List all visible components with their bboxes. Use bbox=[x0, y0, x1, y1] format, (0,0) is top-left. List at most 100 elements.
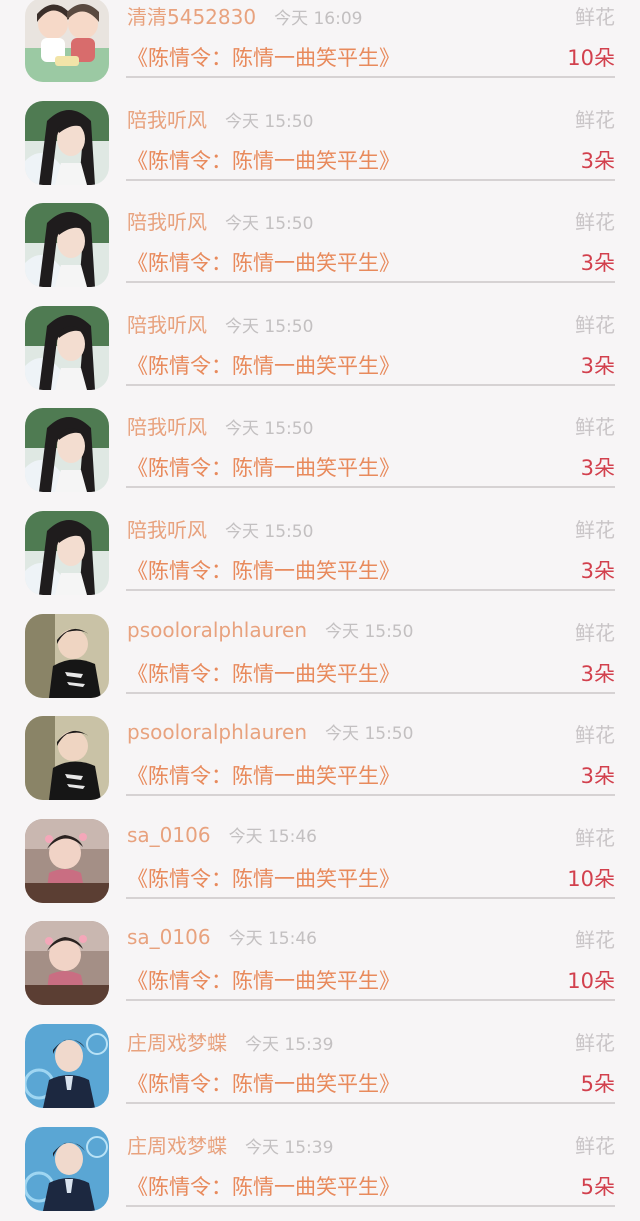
username-text[interactable]: 陪我听风 bbox=[127, 415, 207, 439]
username[interactable]: 陪我听风 今天 15:50 bbox=[127, 206, 313, 235]
gift-record-row[interactable]: 庄周戏梦蝶 今天 15:39 鲜花 《陈情令：陈情一曲笑平生》 5朵 bbox=[0, 1119, 640, 1221]
gift-quantity: 10朵 bbox=[567, 46, 615, 70]
gift-record-row[interactable]: sa_0106 今天 15:46 鲜花 《陈情令：陈情一曲笑平生》 10朵 bbox=[0, 811, 640, 914]
avatar-longhair-man-icon bbox=[25, 203, 109, 288]
avatar[interactable] bbox=[25, 613, 109, 698]
username-text[interactable]: 清清5452830 bbox=[127, 5, 256, 29]
username-text[interactable]: 陪我听风 bbox=[127, 313, 207, 337]
gift-type: 鲜花 bbox=[575, 415, 615, 440]
gift-quantity: 3朵 bbox=[580, 353, 615, 378]
avatar[interactable] bbox=[25, 510, 109, 595]
gift-record-row[interactable]: psooloralphlauren 今天 15:50 鲜花 《陈情令：陈情一曲笑平… bbox=[0, 708, 640, 811]
avatar-longhair-man-icon bbox=[25, 100, 109, 185]
gift-type: 鲜花 bbox=[575, 5, 615, 29]
gift-record-row[interactable]: 陪我听风 今天 15:50 鲜花 《陈情令：陈情一曲笑平生》 3朵 bbox=[0, 298, 640, 401]
timestamp: 今天 15:50 bbox=[225, 111, 314, 132]
username-text[interactable]: 陪我听风 bbox=[127, 210, 207, 234]
book-title[interactable]: 《陈情令：陈情一曲笑平生》 bbox=[127, 965, 400, 995]
gift-quantity: 10朵 bbox=[567, 866, 615, 891]
gift-quantity: 3朵 bbox=[580, 764, 615, 789]
username-text[interactable]: psooloralphlauren bbox=[127, 720, 307, 744]
gift-type: 鲜花 bbox=[575, 723, 615, 748]
avatar[interactable] bbox=[25, 818, 109, 903]
username[interactable]: psooloralphlauren 今天 15:50 bbox=[127, 617, 413, 642]
gift-record-row[interactable]: sa_0106 今天 15:46 鲜花 《陈情令：陈情一曲笑平生》 10朵 bbox=[0, 913, 640, 1016]
avatar[interactable] bbox=[25, 1126, 109, 1211]
timestamp: 今天 15:50 bbox=[225, 214, 314, 235]
book-title[interactable]: 《陈情令：陈情一曲笑平生》 bbox=[127, 1171, 400, 1201]
gift-quantity: 3朵 bbox=[580, 456, 615, 481]
timestamp: 今天 15:39 bbox=[245, 1034, 334, 1055]
username-text[interactable]: 庄周戏梦蝶 bbox=[127, 1031, 227, 1055]
book-title[interactable]: 《陈情令：陈情一曲笑平生》 bbox=[127, 760, 400, 790]
gift-record-row[interactable]: 清清5452830 今天 16:09 鲜花 《陈情令：陈情一曲笑平生》 10朵 bbox=[0, 0, 640, 93]
gift-type: 鲜花 bbox=[575, 107, 615, 132]
gift-quantity: 10朵 bbox=[567, 969, 615, 994]
username[interactable]: 庄周戏梦蝶 今天 15:39 bbox=[127, 1027, 333, 1056]
username-text[interactable]: psooloralphlauren bbox=[127, 618, 307, 642]
username[interactable]: 陪我听风 今天 15:50 bbox=[127, 411, 313, 440]
gift-record-row[interactable]: 陪我听风 今天 15:50 鲜花 《陈情令：陈情一曲笑平生》 3朵 bbox=[0, 400, 640, 503]
avatar-man-blue-stage-icon bbox=[25, 1126, 109, 1211]
username[interactable]: 陪我听风 今天 15:50 bbox=[127, 104, 313, 133]
book-title[interactable]: 《陈情令：陈情一曲笑平生》 bbox=[127, 555, 400, 585]
username[interactable]: psooloralphlauren 今天 15:50 bbox=[127, 719, 413, 744]
gift-record-row[interactable]: 庄周戏梦蝶 今天 15:39 鲜花 《陈情令：陈情一曲笑平生》 5朵 bbox=[0, 1016, 640, 1119]
timestamp: 今天 15:50 bbox=[325, 621, 414, 642]
avatar[interactable] bbox=[25, 408, 109, 493]
gift-quantity: 3朵 bbox=[580, 251, 615, 276]
avatar[interactable] bbox=[25, 305, 109, 390]
book-title[interactable]: 《陈情令：陈情一曲笑平生》 bbox=[127, 863, 400, 893]
gift-record-row[interactable]: 陪我听风 今天 15:50 鲜花 《陈情令：陈情一曲笑平生》 3朵 bbox=[0, 195, 640, 298]
avatar[interactable] bbox=[25, 100, 109, 185]
gift-record-row[interactable]: 陪我听风 今天 15:50 鲜花 《陈情令：陈情一曲笑平生》 3朵 bbox=[0, 503, 640, 606]
username[interactable]: 陪我听风 今天 15:50 bbox=[127, 309, 313, 338]
timestamp: 今天 15:39 bbox=[245, 1137, 334, 1158]
username[interactable]: 庄周戏梦蝶 今天 15:39 bbox=[127, 1130, 333, 1159]
username-text[interactable]: 陪我听风 bbox=[127, 518, 207, 542]
gift-record-row[interactable]: psooloralphlauren 今天 15:50 鲜花 《陈情令：陈情一曲笑平… bbox=[0, 606, 640, 709]
book-title[interactable]: 《陈情令：陈情一曲笑平生》 bbox=[127, 452, 400, 482]
book-title[interactable]: 《陈情令：陈情一曲笑平生》 bbox=[127, 350, 400, 380]
username-text[interactable]: sa_0106 bbox=[127, 823, 211, 847]
username-text[interactable]: sa_0106 bbox=[127, 925, 211, 949]
avatar[interactable] bbox=[25, 1023, 109, 1108]
avatar[interactable] bbox=[25, 716, 109, 801]
gift-quantity: 3朵 bbox=[580, 558, 615, 583]
book-title[interactable]: 《陈情令：陈情一曲笑平生》 bbox=[127, 658, 400, 688]
gift-record-list[interactable]: 清清5452830 今天 16:09 鲜花 《陈情令：陈情一曲笑平生》 10朵 陪… bbox=[0, 0, 640, 1221]
timestamp: 今天 15:50 bbox=[325, 724, 414, 745]
gift-type: 鲜花 bbox=[575, 1133, 615, 1158]
gift-quantity: 3朵 bbox=[580, 148, 615, 173]
gift-type: 鲜花 bbox=[575, 620, 615, 645]
avatar-man-blue-stage-icon bbox=[25, 1023, 109, 1108]
avatar-man-black-shirt-icon bbox=[25, 613, 109, 698]
avatar-child-icon bbox=[25, 818, 109, 903]
gift-type: 鲜花 bbox=[575, 1030, 615, 1055]
avatar-longhair-man-icon bbox=[25, 408, 109, 493]
timestamp: 今天 16:09 bbox=[274, 9, 363, 29]
avatar[interactable] bbox=[25, 203, 109, 288]
username-text[interactable]: 庄周戏梦蝶 bbox=[127, 1134, 227, 1158]
avatar[interactable] bbox=[25, 921, 109, 1006]
avatar-couple-cartoon-icon bbox=[25, 0, 109, 82]
book-title[interactable]: 《陈情令：陈情一曲笑平生》 bbox=[127, 145, 400, 175]
avatar[interactable] bbox=[25, 0, 109, 82]
username[interactable]: 清清5452830 今天 16:09 bbox=[127, 1, 362, 30]
username[interactable]: sa_0106 今天 15:46 bbox=[127, 924, 317, 949]
username-text[interactable]: 陪我听风 bbox=[127, 108, 207, 132]
book-title[interactable]: 《陈情令：陈情一曲笑平生》 bbox=[127, 247, 400, 277]
gift-quantity: 5朵 bbox=[580, 1174, 615, 1199]
username[interactable]: 陪我听风 今天 15:50 bbox=[127, 514, 313, 543]
book-title[interactable]: 《陈情令：陈情一曲笑平生》 bbox=[127, 1068, 400, 1098]
username[interactable]: sa_0106 今天 15:46 bbox=[127, 822, 317, 847]
timestamp: 今天 15:46 bbox=[228, 826, 317, 847]
book-title[interactable]: 《陈情令：陈情一曲笑平生》 bbox=[127, 42, 400, 72]
gift-record-row[interactable]: 陪我听风 今天 15:50 鲜花 《陈情令：陈情一曲笑平生》 3朵 bbox=[0, 93, 640, 196]
gift-type: 鲜花 bbox=[575, 928, 615, 953]
gift-type: 鲜花 bbox=[575, 312, 615, 337]
avatar-child-icon bbox=[25, 921, 109, 1006]
timestamp: 今天 15:50 bbox=[225, 521, 314, 542]
gift-quantity: 3朵 bbox=[580, 661, 615, 686]
gift-type: 鲜花 bbox=[575, 210, 615, 235]
